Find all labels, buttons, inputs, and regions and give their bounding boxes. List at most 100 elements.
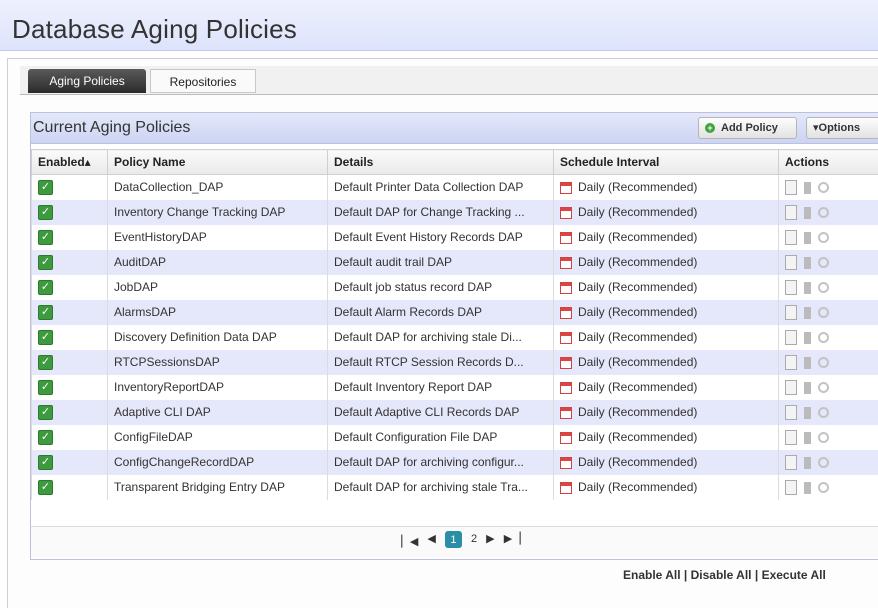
check-icon[interactable]: ✓ xyxy=(38,205,53,220)
execute-all-link[interactable]: Execute All xyxy=(762,568,826,582)
actions-cell xyxy=(779,200,878,225)
disable-all-link[interactable]: Disable All xyxy=(691,568,752,582)
delete-icon[interactable] xyxy=(804,482,811,494)
calendar-icon xyxy=(560,357,572,369)
check-icon[interactable]: ✓ xyxy=(38,230,53,245)
check-icon[interactable]: ✓ xyxy=(38,305,53,320)
schedule-cell: Daily (Recommended) xyxy=(554,200,779,225)
delete-icon[interactable] xyxy=(804,307,811,319)
edit-icon[interactable] xyxy=(785,330,797,345)
edit-icon[interactable] xyxy=(785,405,797,420)
schedule-label: Daily (Recommended) xyxy=(578,305,697,319)
table-row[interactable]: ✓InventoryReportDAPDefault Inventory Rep… xyxy=(32,375,878,400)
edit-icon[interactable] xyxy=(785,355,797,370)
check-icon[interactable]: ✓ xyxy=(38,455,53,470)
enable-all-link[interactable]: Enable All xyxy=(623,568,681,582)
table-row[interactable]: ✓ConfigFileDAPDefault Configuration File… xyxy=(32,425,878,450)
execute-icon[interactable] xyxy=(818,457,829,468)
execute-icon[interactable] xyxy=(818,382,829,393)
check-icon[interactable]: ✓ xyxy=(38,430,53,445)
delete-icon[interactable] xyxy=(804,357,811,369)
execute-icon[interactable] xyxy=(818,407,829,418)
edit-icon[interactable] xyxy=(785,380,797,395)
table-row[interactable]: ✓Discovery Definition Data DAPDefault DA… xyxy=(32,325,878,350)
details-cell: Default Configuration File DAP xyxy=(328,425,554,450)
add-policy-button[interactable]: +Add Policy xyxy=(698,117,797,139)
schedule-cell: Daily (Recommended) xyxy=(554,325,779,350)
execute-icon[interactable] xyxy=(818,332,829,343)
column-schedule-interval[interactable]: Schedule Interval xyxy=(554,150,779,175)
details-cell: Default job status record DAP xyxy=(328,275,554,300)
bulk-actions: Enable All | Disable All | Execute All xyxy=(623,568,826,582)
details-cell: Default DAP for archiving stale Di... xyxy=(328,325,554,350)
last-page-button[interactable]: ▶▕ xyxy=(504,530,521,548)
edit-icon[interactable] xyxy=(785,180,797,195)
edit-icon[interactable] xyxy=(785,305,797,320)
delete-icon[interactable] xyxy=(804,332,811,344)
table-header-row: Enabled▴ Policy Name Details Schedule In… xyxy=(32,150,878,175)
execute-icon[interactable] xyxy=(818,357,829,368)
page-2-button[interactable]: 2 xyxy=(471,530,477,548)
enabled-cell: ✓ xyxy=(32,450,108,475)
edit-icon[interactable] xyxy=(785,455,797,470)
table-row[interactable]: ✓AlarmsDAPDefault Alarm Records DAPDaily… xyxy=(32,300,878,325)
check-icon[interactable]: ✓ xyxy=(38,380,53,395)
table-row[interactable]: ✓DataCollection_DAPDefault Printer Data … xyxy=(32,175,878,201)
tab-aging-policies[interactable]: Aging Policies xyxy=(28,69,146,93)
delete-icon[interactable] xyxy=(804,457,811,469)
next-page-button[interactable]: ▶ xyxy=(486,530,494,548)
table-row[interactable]: ✓AuditDAPDefault audit trail DAPDaily (R… xyxy=(32,250,878,275)
execute-icon[interactable] xyxy=(818,482,829,493)
delete-icon[interactable] xyxy=(804,382,811,394)
table-row[interactable]: ✓Adaptive CLI DAPDefault Adaptive CLI Re… xyxy=(32,400,878,425)
check-icon[interactable]: ✓ xyxy=(38,255,53,270)
check-icon[interactable]: ✓ xyxy=(38,355,53,370)
edit-icon[interactable] xyxy=(785,480,797,495)
edit-icon[interactable] xyxy=(785,230,797,245)
delete-icon[interactable] xyxy=(804,407,811,419)
delete-icon[interactable] xyxy=(804,432,811,444)
page-header: Database Aging Policies xyxy=(0,0,878,51)
aging-policies-panel: Current Aging Policies +Add Policy ▾Opti… xyxy=(30,112,878,560)
first-page-button[interactable]: ▏◀ xyxy=(401,533,418,551)
execute-icon[interactable] xyxy=(818,207,829,218)
delete-icon[interactable] xyxy=(804,207,811,219)
page-1-button[interactable]: 1 xyxy=(445,531,462,548)
execute-icon[interactable] xyxy=(818,182,829,193)
prev-page-button[interactable]: ◀ xyxy=(427,530,435,548)
tab-repositories[interactable]: Repositories xyxy=(150,69,256,93)
check-icon[interactable]: ✓ xyxy=(38,280,53,295)
table-row[interactable]: ✓EventHistoryDAPDefault Event History Re… xyxy=(32,225,878,250)
execute-icon[interactable] xyxy=(818,282,829,293)
column-enabled[interactable]: Enabled▴ xyxy=(32,150,108,175)
check-icon[interactable]: ✓ xyxy=(38,180,53,195)
table-row[interactable]: ✓Inventory Change Tracking DAPDefault DA… xyxy=(32,200,878,225)
check-icon[interactable]: ✓ xyxy=(38,480,53,495)
table-row[interactable]: ✓ConfigChangeRecordDAPDefault DAP for ar… xyxy=(32,450,878,475)
execute-icon[interactable] xyxy=(818,307,829,318)
edit-icon[interactable] xyxy=(785,255,797,270)
details-cell: Default DAP for archiving configur... xyxy=(328,450,554,475)
edit-icon[interactable] xyxy=(785,430,797,445)
actions-cell xyxy=(779,225,878,250)
delete-icon[interactable] xyxy=(804,282,811,294)
panel-title: Current Aging Policies xyxy=(33,119,190,137)
column-details[interactable]: Details xyxy=(328,150,554,175)
execute-icon[interactable] xyxy=(818,432,829,443)
table-row[interactable]: ✓JobDAPDefault job status record DAPDail… xyxy=(32,275,878,300)
delete-icon[interactable] xyxy=(804,182,811,194)
execute-icon[interactable] xyxy=(818,257,829,268)
actions-cell xyxy=(779,350,878,375)
table-row[interactable]: ✓Transparent Bridging Entry DAPDefault D… xyxy=(32,475,878,500)
delete-icon[interactable] xyxy=(804,232,811,244)
table-row[interactable]: ✓RTCPSessionsDAPDefault RTCP Session Rec… xyxy=(32,350,878,375)
delete-icon[interactable] xyxy=(804,257,811,269)
edit-icon[interactable] xyxy=(785,205,797,220)
options-button[interactable]: ▾Options xyxy=(806,117,878,139)
check-icon[interactable]: ✓ xyxy=(38,330,53,345)
edit-icon[interactable] xyxy=(785,280,797,295)
policy-name-cell: AuditDAP xyxy=(108,250,328,275)
execute-icon[interactable] xyxy=(818,232,829,243)
check-icon[interactable]: ✓ xyxy=(38,405,53,420)
column-policy-name[interactable]: Policy Name xyxy=(108,150,328,175)
